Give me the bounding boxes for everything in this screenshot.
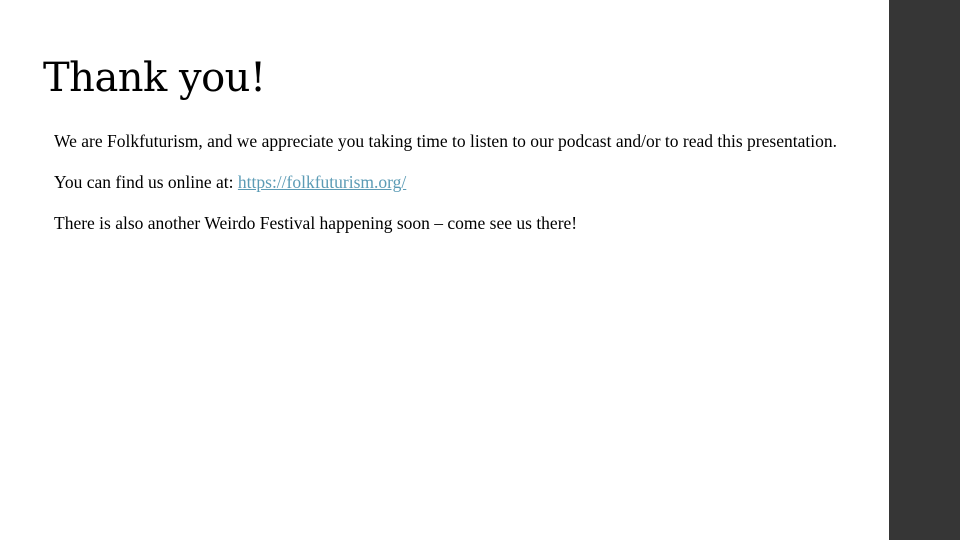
slide-body: We are Folkfuturism, and we appreciate y… <box>54 131 866 234</box>
slide-title: Thank you! <box>43 55 266 101</box>
online-prefix-text: You can find us online at: <box>54 172 238 192</box>
slide: Thank you! We are Folkfuturism, and we a… <box>0 0 960 540</box>
online-paragraph: You can find us online at: https://folkf… <box>54 172 866 193</box>
festival-paragraph: There is also another Weirdo Festival ha… <box>54 213 578 233</box>
decorative-side-bar <box>889 0 960 540</box>
intro-paragraph: We are Folkfuturism, and we appreciate y… <box>54 131 837 151</box>
website-link[interactable]: https://folkfuturism.org/ <box>238 172 406 192</box>
